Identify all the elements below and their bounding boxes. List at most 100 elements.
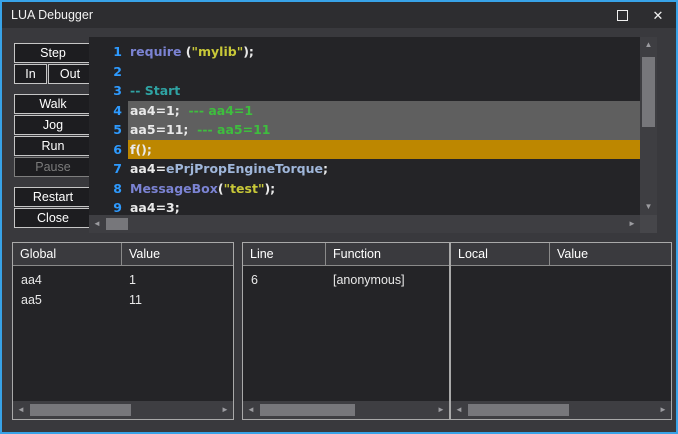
code-token: f();	[130, 141, 152, 157]
step-in-button[interactable]: In	[14, 64, 47, 84]
scroll-down-arrow-icon[interactable]: ▼	[640, 201, 657, 213]
restart-button[interactable]: Restart	[14, 187, 92, 207]
maximize-icon	[616, 9, 628, 21]
column-header-value: Value	[121, 243, 233, 265]
column-header-global: Global	[20, 247, 57, 261]
locals-body	[451, 266, 671, 270]
step-out-button[interactable]: Out	[48, 64, 92, 84]
code-line-8[interactable]: 8 MessageBox("test");	[89, 179, 640, 199]
scroll-left-arrow-icon[interactable]: ◄	[453, 401, 465, 419]
scroll-right-arrow-icon[interactable]: ►	[657, 401, 669, 419]
line-number: 9	[113, 200, 122, 215]
scroll-left-arrow-icon[interactable]: ◄	[245, 401, 257, 419]
column-header-function: Function	[325, 243, 449, 265]
code-token: "test"	[223, 180, 265, 196]
line-number: 6	[113, 141, 122, 157]
horizontal-scroll-thumb[interactable]	[260, 404, 355, 416]
column-header-value: Value	[549, 243, 671, 265]
jog-button[interactable]: Jog	[14, 115, 92, 135]
close-icon: ✕	[652, 7, 664, 23]
locals-header: Local Value	[451, 243, 671, 266]
callstack-horizontal-scrollbar[interactable]: ◄ ►	[243, 401, 449, 419]
vertical-scroll-thumb[interactable]	[642, 57, 655, 127]
scroll-right-arrow-icon[interactable]: ►	[435, 401, 447, 419]
code-line-1[interactable]: 1 require ("mylib");	[89, 42, 640, 62]
global-value: 11	[129, 293, 142, 307]
line-number: 2	[113, 63, 122, 79]
debug-toolbar: Step In Out Walk Jog Run Pause Restart C…	[14, 43, 92, 229]
table-row[interactable]: aa4 1	[13, 270, 233, 290]
editor-vertical-scrollbar[interactable]: ▲ ▼	[640, 37, 657, 215]
code-token: ePrjPropEngineTorque	[166, 161, 323, 176]
code-line-2[interactable]: 2	[89, 62, 640, 82]
code-line-5[interactable]: 5 aa5=11; --- aa5=11	[89, 120, 640, 140]
globals-horizontal-scrollbar[interactable]: ◄ ►	[13, 401, 233, 419]
pause-button: Pause	[14, 157, 92, 177]
code-lines: 1 require ("mylib"); 2 3 -- Start 4 aa4=…	[89, 37, 640, 215]
walk-button[interactable]: Walk	[14, 94, 92, 114]
close-button[interactable]: Close	[14, 208, 92, 228]
horizontal-scroll-thumb[interactable]	[106, 218, 128, 230]
horizontal-scroll-thumb[interactable]	[30, 404, 132, 416]
code-token: aa5=11;	[130, 122, 198, 137]
global-name: aa4	[21, 273, 42, 287]
scroll-right-arrow-icon[interactable]: ►	[219, 401, 231, 419]
code-token: MessageBox	[130, 180, 218, 196]
code-line-6[interactable]: 6 f();	[89, 139, 640, 159]
globals-header: Global Value	[13, 243, 233, 266]
code-token: -- Start	[130, 83, 181, 98]
callstack-header: Line Function	[243, 243, 449, 266]
line-number: 4	[113, 102, 122, 118]
line-number: 7	[113, 161, 122, 176]
maximize-button[interactable]	[604, 2, 640, 28]
code-token: "mylib"	[191, 44, 244, 59]
stack-line: 6	[251, 273, 258, 287]
scrollbar-corner	[640, 215, 657, 233]
line-number: 3	[113, 83, 122, 98]
global-name: aa5	[21, 293, 42, 307]
highlighted-line: aa5=11; --- aa5=11	[128, 120, 640, 140]
globals-panel: Global Value aa4 1 aa5 11 ◄ ►	[12, 242, 234, 420]
line-number: 1	[113, 44, 122, 59]
window-controls: ✕	[604, 2, 676, 28]
locals-horizontal-scrollbar[interactable]: ◄ ►	[451, 401, 671, 419]
code-line-7[interactable]: 7 aa4=ePrjPropEngineTorque;	[89, 159, 640, 179]
code-editor: 1 require ("mylib"); 2 3 -- Start 4 aa4=…	[89, 37, 657, 233]
code-token: aa4=3;	[130, 200, 180, 215]
code-token: );	[264, 180, 276, 196]
window-title: LUA Debugger	[11, 8, 94, 22]
table-row[interactable]: 6 [anonymous]	[243, 270, 449, 290]
code-token: --- aa4=1	[188, 102, 254, 118]
global-value: 1	[129, 273, 136, 287]
locals-panel: Local Value ◄ ►	[450, 242, 672, 420]
scroll-left-arrow-icon[interactable]: ◄	[15, 401, 27, 419]
lua-debugger-window: LUA Debugger ✕ Step In Out Walk Jog Run …	[0, 0, 678, 434]
code-token: ;	[323, 161, 328, 176]
scroll-left-arrow-icon[interactable]: ◄	[91, 215, 103, 233]
callstack-panel: Line Function 6 [anonymous] ◄ ►	[242, 242, 450, 420]
code-token: require	[130, 44, 186, 59]
code-token: aa4=1;	[130, 102, 189, 118]
step-button[interactable]: Step	[14, 43, 92, 63]
scroll-right-arrow-icon[interactable]: ►	[626, 215, 638, 233]
table-row[interactable]: aa5 11	[13, 290, 233, 310]
titlebar: LUA Debugger ✕	[2, 2, 676, 28]
code-line-4[interactable]: 4 aa4=1; --- aa4=1	[89, 100, 640, 120]
code-token: aa4=	[130, 161, 167, 176]
editor-horizontal-scrollbar[interactable]: ◄ ►	[89, 215, 640, 233]
line-number: 8	[113, 180, 122, 196]
code-line-3[interactable]: 3 -- Start	[89, 81, 640, 101]
run-button[interactable]: Run	[14, 136, 92, 156]
current-execution-line: f();	[128, 139, 640, 159]
code-token: --- aa5=11	[197, 122, 271, 137]
globals-body: aa4 1 aa5 11	[13, 266, 233, 310]
close-window-button[interactable]: ✕	[640, 2, 676, 28]
line-number: 5	[113, 122, 122, 137]
column-header-local: Local	[458, 247, 488, 261]
horizontal-scroll-thumb[interactable]	[468, 404, 570, 416]
highlighted-line: aa4=1; --- aa4=1	[128, 100, 640, 120]
scroll-up-arrow-icon[interactable]: ▲	[640, 39, 657, 51]
stack-function: [anonymous]	[333, 273, 405, 287]
code-token: );	[243, 44, 254, 59]
code-line-9[interactable]: 9 aa4=3;	[89, 198, 640, 215]
